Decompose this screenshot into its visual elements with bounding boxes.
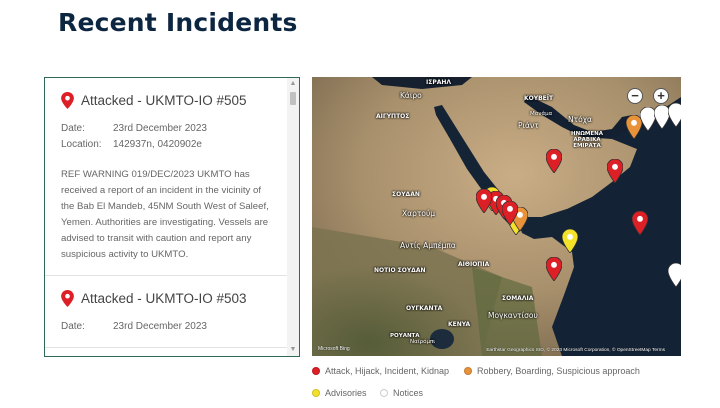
incident-title[interactable]: Attacked - UKMTO-IO #503 — [81, 291, 247, 306]
legend-item-notices: Notices — [380, 388, 423, 398]
attack-marker[interactable] — [607, 159, 623, 183]
incident-date: 23rd December 2023 — [113, 321, 207, 332]
legend-label: Advisories — [325, 388, 367, 398]
location-label: Location: — [61, 139, 102, 150]
incident-card[interactable]: Attacked - UKMTO-IO #505 Date: 23rd Decem… — [45, 78, 287, 276]
attack-marker[interactable] — [546, 149, 562, 173]
scrollbar[interactable]: ▲ ▼ — [287, 78, 299, 356]
legend-label: Notices — [393, 388, 424, 398]
map-attribution[interactable]: Earthstar Geographics SIO, © 2023 Micros… — [486, 348, 665, 353]
legend-item-robbery: Robbery, Boarding, Suspicious approach — [464, 366, 640, 376]
notice-marker[interactable] — [654, 105, 670, 129]
scroll-down-arrow-icon[interactable]: ▼ — [289, 346, 297, 354]
legend-item-advisories: Advisories — [312, 388, 367, 398]
incident-date: 23rd December 2023 — [113, 123, 207, 134]
map-provider-logo: Microsoft Bing — [318, 346, 350, 352]
notice-marker[interactable] — [668, 103, 681, 127]
notice-marker[interactable] — [668, 263, 681, 287]
incident-description: REF WARNING 019/DEC/2023 UKMTO has recei… — [61, 169, 269, 260]
zoom-out-button[interactable]: − — [627, 88, 643, 104]
scroll-up-arrow-icon[interactable]: ▲ — [289, 80, 297, 88]
date-label: Date: — [61, 123, 85, 134]
incident-location: 142937n, 0420902e — [113, 139, 202, 150]
legend-dot — [312, 367, 320, 375]
incident-markers[interactable] — [312, 77, 681, 356]
date-label: Date: — [61, 321, 85, 332]
attack-marker[interactable] — [546, 257, 562, 281]
incident-list[interactable]: Attacked - UKMTO-IO #505 Date: 23rd Decem… — [44, 77, 300, 357]
page-title: Recent Incidents — [58, 8, 298, 37]
map-pin-icon — [61, 290, 74, 307]
attack-marker[interactable] — [632, 211, 648, 235]
incident-map[interactable]: ΙΣΡΑΗΛ Κάιρο ΑΙΓΥΠΤΟΣ ΚΟΥΒΕΪΤ Μανάμα Ριά… — [312, 77, 681, 356]
robbery-marker[interactable] — [626, 115, 642, 139]
incident-card[interactable]: Attacked - UKMTO-IO #503 Date: 23rd Decem… — [45, 276, 287, 348]
legend-dot — [464, 367, 472, 375]
legend-label: Robbery, Boarding, Suspicious approach — [477, 366, 640, 376]
map-pin-icon — [61, 92, 74, 109]
legend-dot — [312, 389, 320, 397]
zoom-in-button[interactable]: + — [653, 88, 669, 104]
legend-dot — [380, 389, 388, 397]
advisory-marker[interactable] — [562, 229, 578, 253]
scroll-thumb[interactable] — [290, 92, 296, 105]
incident-title[interactable]: Attacked - UKMTO-IO #505 — [81, 93, 247, 108]
legend-label: Attack, Hijack, Incident, Kidnap — [325, 366, 450, 376]
notice-marker[interactable] — [640, 107, 656, 131]
legend-item-attack: Attack, Hijack, Incident, Kidnap — [312, 366, 449, 376]
attack-marker[interactable] — [476, 189, 492, 213]
